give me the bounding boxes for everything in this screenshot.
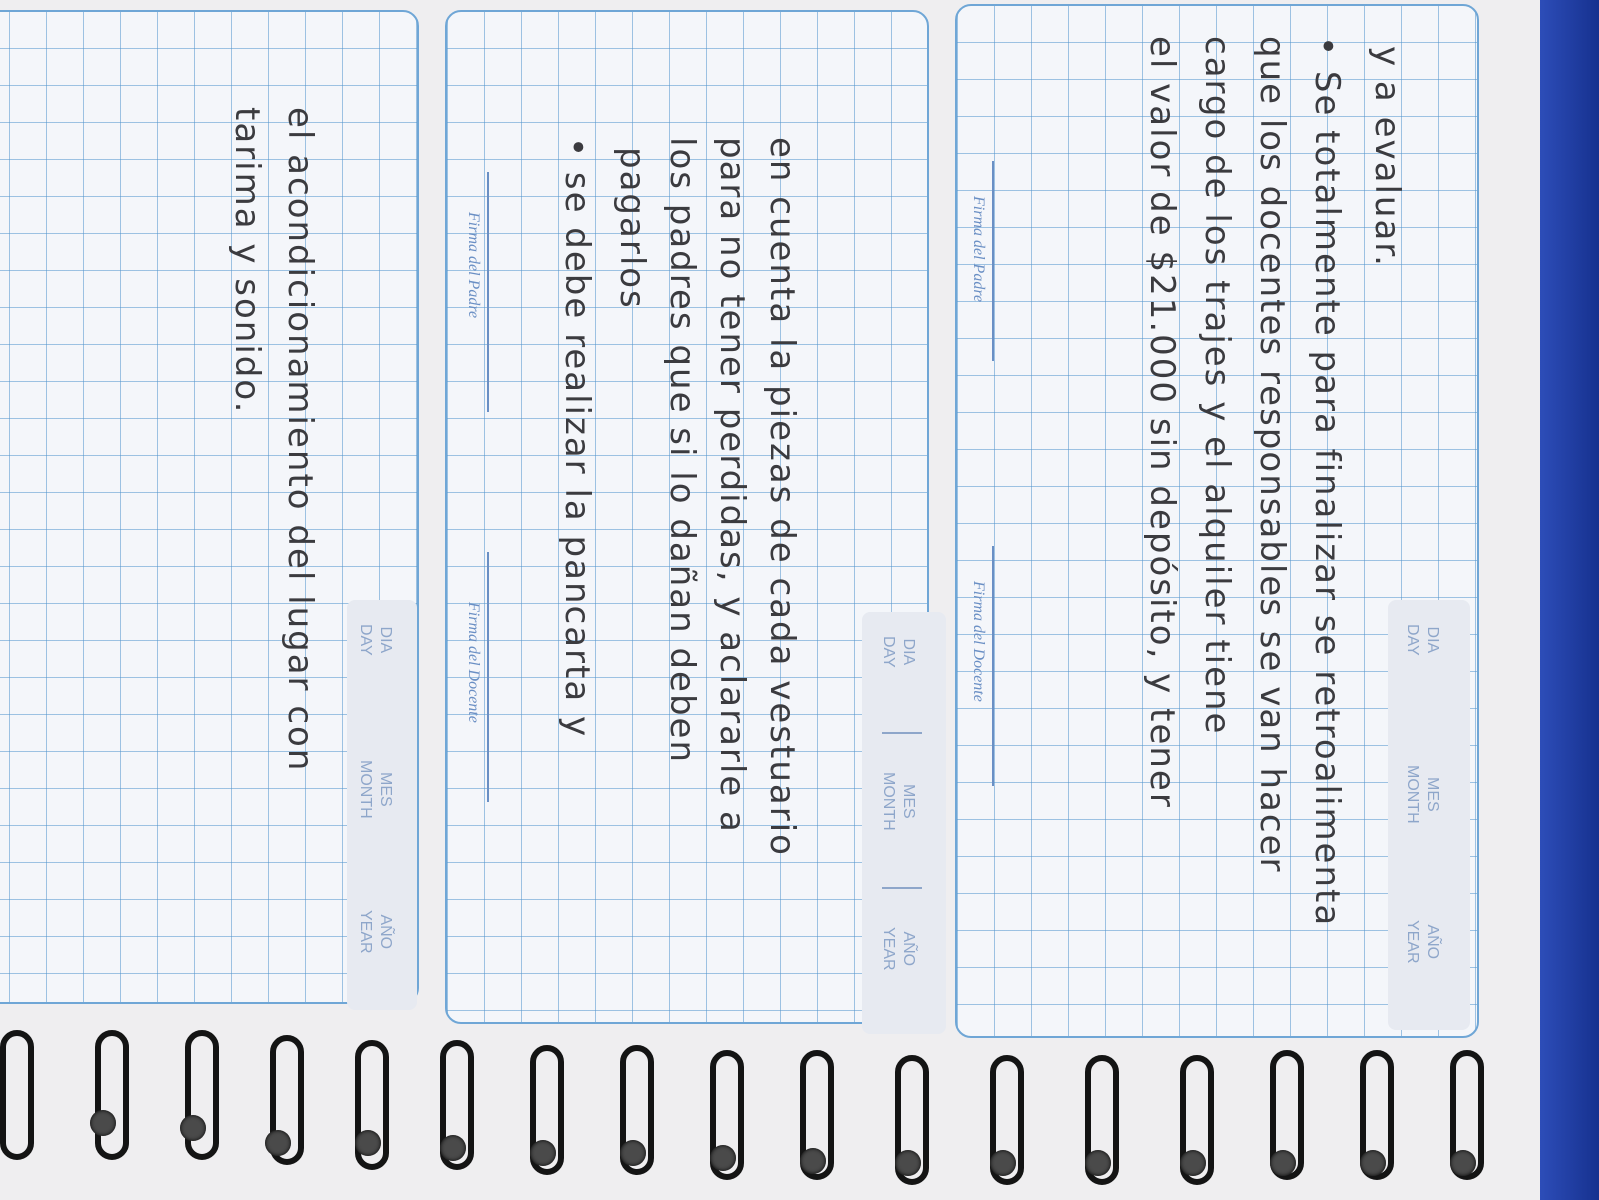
punch-hole [1180,1150,1206,1176]
handwritten-line: el acondicionamiento del lugar con [280,107,320,773]
punch-hole [1450,1150,1476,1176]
punch-hole [355,1130,381,1156]
handwritten-line: en cuenta la piezas de cada vestuario [762,137,802,857]
handwritten-line: cargo de los trajes y el alquiler tiene [1197,36,1237,736]
teacher-signature-label: Firma del Docente [970,581,987,702]
spiral-ring [95,1030,129,1160]
punch-hole [530,1140,556,1166]
father-signature-line [487,172,489,412]
father-signature-label: Firma del Padre [970,196,987,303]
date-year-label: AÑO YEAR [1404,920,1441,964]
date-month-label: MES MONTH [880,772,917,831]
punch-hole [1360,1150,1386,1176]
date-year-label: AÑO YEAR [880,927,917,971]
handwritten-line: • se debe realizar la pancarta y [557,137,597,739]
punch-hole [440,1135,466,1161]
teacher-signature-label: Firma del Docente [465,602,482,723]
handwritten-line: • Se totalmente para finalizar se retroa… [1307,36,1347,928]
punch-hole [895,1150,921,1176]
date-day-label: DIA DAY [1404,624,1441,656]
date-box-left: DIA DAY MES MONTH AÑO YEAR [347,600,417,1010]
date-year-label: AÑO YEAR [357,910,394,954]
date-day-label: DIA DAY [880,636,917,668]
notebook-photo: el acondicionamiento del lugar con tarim… [0,0,1599,1200]
punch-hole [990,1150,1016,1176]
grid-panel-middle: en cuenta la piezas de cada vestuario pa… [445,10,929,1024]
handwritten-line: los padres que si lo dañan deben [662,137,702,765]
teacher-signature-line [487,552,489,802]
handwritten-line: el valor de $21.000 sin depósito, y tene… [1142,36,1182,809]
handwritten-line: y a evaluar. [1367,46,1407,268]
date-month-label: MES MONTH [357,760,394,819]
teacher-signature-line [992,546,994,786]
handwritten-line: para no tener perdidas, y aclararle a [712,137,752,834]
father-signature-label: Firma del Padre [465,212,482,319]
date-box-right: DIA DAY MES MONTH AÑO YEAR [1388,600,1470,1030]
punch-hole [180,1115,206,1141]
date-month-label: MES MONTH [1404,765,1441,824]
punch-hole [620,1140,646,1166]
punch-hole [800,1148,826,1174]
punch-hole [265,1130,291,1156]
date-box-middle: DIA DAY MES MONTH AÑO YEAR [862,612,946,1034]
punch-hole [1085,1150,1111,1176]
father-signature-line [992,161,994,361]
punch-hole [710,1145,736,1171]
date-day-label: DIA DAY [357,624,394,656]
handwritten-line: que los docentes responsables se van hac… [1252,36,1292,874]
handwritten-line: pagarlos [612,147,652,310]
notebook-cover-edge [1540,0,1599,1200]
punch-hole [1270,1150,1296,1176]
handwritten-line: tarima y sonido. [227,107,267,415]
spiral-ring [0,1030,34,1160]
punch-hole [90,1110,116,1136]
